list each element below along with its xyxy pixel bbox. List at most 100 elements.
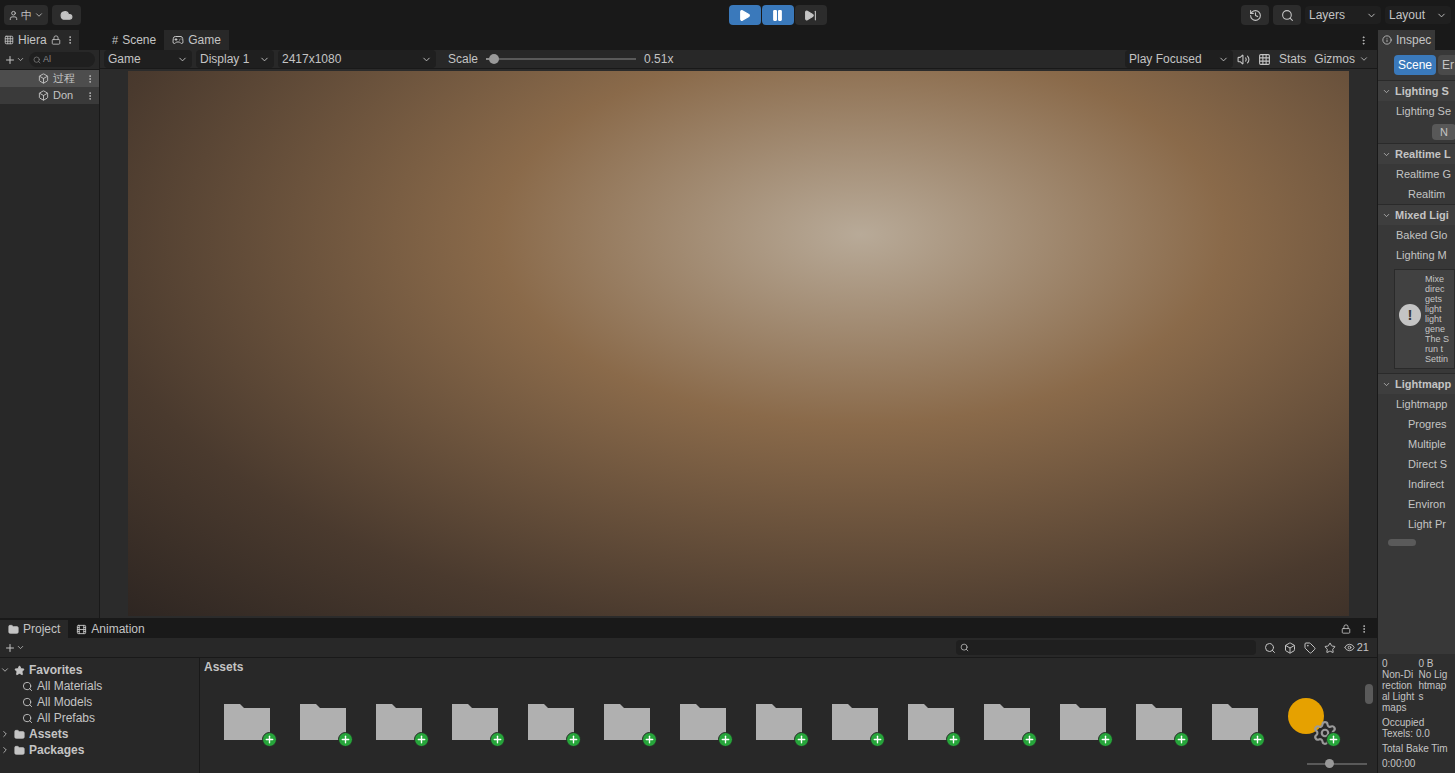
folder-asset[interactable]: [602, 698, 652, 748]
warning-box: !MixedirecgetslightlightgeneThe Srun tSe…: [1394, 269, 1455, 369]
plus-icon: [4, 54, 16, 66]
lock-icon[interactable]: [1341, 624, 1351, 634]
more-icon[interactable]: [1359, 624, 1369, 634]
chevron-down-icon: [177, 54, 188, 65]
search-type-icon[interactable]: [1264, 642, 1276, 654]
stat-line: Total Bake Tim: [1382, 743, 1451, 754]
property-label: Lightmapp: [1378, 394, 1455, 414]
tree-item[interactable]: Favorites: [0, 662, 199, 678]
game-frame[interactable]: [128, 71, 1349, 616]
hierarchy-tab[interactable]: Hiera: [0, 30, 79, 50]
pause-button[interactable]: [762, 5, 794, 25]
search-icon: [22, 713, 33, 724]
folder-asset[interactable]: [374, 698, 424, 748]
property-label: Environ: [1378, 494, 1455, 514]
gizmos-dropdown[interactable]: Gizmos: [1314, 50, 1373, 68]
aspect-icon[interactable]: [1258, 53, 1271, 66]
scale-control[interactable]: Scale0.51x: [448, 50, 678, 68]
play-mode-dropdown[interactable]: Play Focused: [1125, 50, 1233, 68]
chevron-down-icon: [421, 54, 432, 65]
expand-icon[interactable]: [0, 665, 10, 675]
play-button[interactable]: [729, 5, 761, 25]
section-header[interactable]: Lightmapp: [1378, 374, 1455, 394]
project-tab[interactable]: Animation: [68, 620, 152, 638]
hidden-packages[interactable]: 21: [1344, 639, 1373, 656]
expand-icon[interactable]: [0, 745, 10, 755]
project-search[interactable]: [956, 640, 1256, 655]
folder-icon: [14, 745, 25, 756]
resolution-dropdown[interactable]: 2417x1080: [278, 50, 436, 68]
folder-asset[interactable]: [1210, 698, 1260, 748]
tree-item[interactable]: Assets: [0, 726, 199, 742]
tree-item[interactable]: All Models: [0, 694, 199, 710]
inspector-mode-tab[interactable]: Er: [1438, 55, 1455, 75]
inspector-mode-tab[interactable]: Scene: [1394, 55, 1436, 75]
hierarchy-item[interactable]: 过程: [0, 70, 99, 87]
section-header[interactable]: Lighting S: [1378, 81, 1455, 101]
label-icon[interactable]: [1304, 642, 1316, 654]
cloud-button[interactable]: [52, 5, 81, 25]
folder-asset[interactable]: [754, 698, 804, 748]
tree-item[interactable]: All Prefabs: [0, 710, 199, 726]
settings-asset[interactable]: [1286, 698, 1336, 748]
play-controls: [729, 5, 827, 25]
hierarchy-search[interactable]: Al: [29, 52, 95, 67]
mode-dropdown[interactable]: Game: [104, 50, 192, 68]
filter-type-icon[interactable]: [1284, 642, 1296, 654]
gamepad-icon: [172, 34, 184, 46]
game-toolbar: GameDisplay 12417x1080 Scale0.51x Play Foc…: [100, 50, 1377, 69]
account-dropdown[interactable]: 中: [4, 5, 48, 25]
folder-asset[interactable]: [1134, 698, 1184, 748]
folder-asset[interactable]: [222, 698, 272, 748]
more-icon[interactable]: [85, 74, 95, 84]
zoom-slider[interactable]: [1307, 763, 1367, 765]
project-tab[interactable]: Project: [0, 620, 68, 638]
folder-asset[interactable]: [298, 698, 348, 748]
tree-item[interactable]: All Materials: [0, 678, 199, 694]
folder-asset[interactable]: [450, 698, 500, 748]
search-button[interactable]: [1273, 5, 1301, 25]
create-button[interactable]: [4, 642, 25, 654]
search-icon: [22, 697, 33, 708]
view-tab[interactable]: Game: [164, 30, 229, 50]
more-icon[interactable]: [85, 91, 95, 101]
display-dropdown[interactable]: Display 1: [196, 50, 274, 68]
folder-asset[interactable]: [982, 698, 1032, 748]
favorite-icon[interactable]: [1324, 642, 1336, 654]
history-button[interactable]: [1241, 5, 1269, 25]
view-tab[interactable]: #Scene: [104, 30, 164, 50]
create-button[interactable]: [4, 54, 25, 66]
stats-button[interactable]: Stats: [1275, 50, 1310, 68]
folder-asset[interactable]: [1058, 698, 1108, 748]
layout-dropdown[interactable]: Layout: [1385, 6, 1451, 24]
tree-item[interactable]: Packages: [0, 742, 199, 758]
folder-asset[interactable]: [830, 698, 880, 748]
pause-icon: [771, 9, 784, 22]
scale-thumb[interactable]: [489, 54, 499, 64]
expand-icon[interactable]: [0, 729, 10, 739]
lightmap-stats: 0Non-Directional Lightmaps0 BNo Lightmap…: [1378, 654, 1455, 773]
folder-asset[interactable]: [526, 698, 576, 748]
section-header[interactable]: Realtime L: [1378, 144, 1455, 164]
audio-icon[interactable]: [1237, 53, 1250, 66]
play-icon: [738, 9, 751, 22]
section-header[interactable]: Mixed Ligi: [1378, 205, 1455, 225]
more-icon[interactable]: [65, 35, 75, 45]
expand-icon: [1382, 87, 1391, 96]
property-label: Baked Glo: [1378, 225, 1455, 245]
folder-asset[interactable]: [906, 698, 956, 748]
scrollbar-thumb[interactable]: [1365, 684, 1373, 704]
horizontal-scrollbar[interactable]: [1382, 536, 1451, 548]
folder-icon: [8, 624, 19, 635]
more-icon[interactable]: [1358, 35, 1369, 46]
step-button[interactable]: [795, 5, 827, 25]
animation-icon: [76, 624, 87, 635]
chevron-down-icon: [1436, 10, 1447, 21]
hierarchy-item[interactable]: Don: [0, 87, 99, 104]
folder-asset[interactable]: [678, 698, 728, 748]
lock-icon[interactable]: [51, 35, 61, 45]
added-badge-icon: [1174, 732, 1189, 747]
new-button[interactable]: N: [1432, 124, 1455, 140]
inspector-tab[interactable]: Inspec: [1378, 30, 1435, 50]
layers-dropdown[interactable]: Layers: [1305, 6, 1381, 24]
